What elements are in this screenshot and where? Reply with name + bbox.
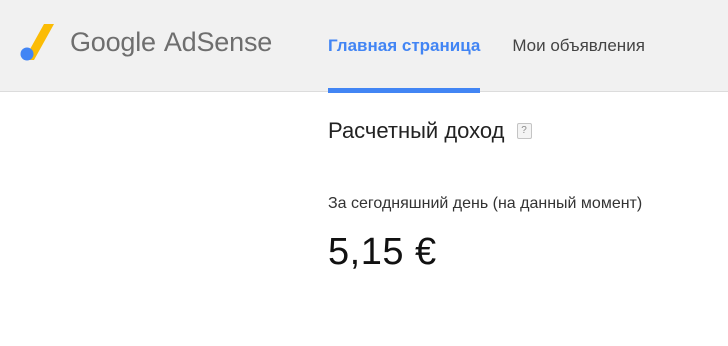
- main-nav: Главная страница Мои объявления: [328, 0, 645, 93]
- tab-home[interactable]: Главная страница: [328, 0, 481, 93]
- top-header: Google AdSense Главная страница Мои объяв…: [0, 0, 728, 93]
- earnings-amount: 5,15 €: [328, 231, 437, 273]
- earnings-title-row: Расчетный доход ?: [328, 118, 708, 144]
- logo-wordmark: Google AdSense: [70, 27, 272, 58]
- logo-product-text: AdSense: [163, 26, 273, 57]
- logo-google-text: Google: [70, 26, 156, 57]
- tab-my-ads-label: Мои объявления: [512, 36, 645, 55]
- estimated-earnings-card: Расчетный доход ? За сегодняшний день (н…: [328, 118, 708, 274]
- adsense-logo[interactable]: Google AdSense: [18, 20, 272, 64]
- adsense-logo-icon: [20, 24, 54, 61]
- tab-home-label: Главная страница: [328, 36, 481, 55]
- earnings-period-label: За сегодняшний день (на данный момент): [328, 195, 643, 212]
- tab-my-ads[interactable]: Мои объявления: [512, 0, 645, 92]
- earnings-title: Расчетный доход: [328, 118, 505, 143]
- help-icon[interactable]: ?: [516, 123, 532, 139]
